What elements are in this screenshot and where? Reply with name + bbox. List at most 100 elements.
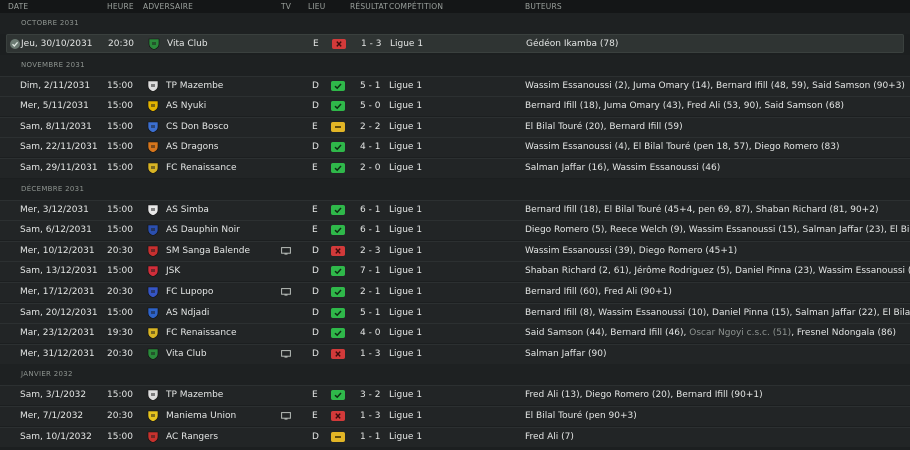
match-venue: D [312,431,319,442]
scorers-text: Wassim Essanoussi (39), Diego Romero (45… [525,245,738,256]
match-venue: D [312,348,319,359]
header-scorers[interactable]: BUTEURS [525,2,562,11]
loss-icon [331,411,345,421]
opponent-name[interactable]: FC Renaissance [166,328,237,338]
section-header: OCTOBRE 2031 [0,13,910,34]
section-header: JANVIER 2032 [0,364,910,386]
fixture-row[interactable]: Mer, 3/12/2031 15:00 AS Simba E 6 - 1 Ligue 1… [0,199,910,220]
opponent-name[interactable]: TP Mazembe [166,81,223,91]
header-competition[interactable]: COMPÉTITION [389,2,443,11]
header-result[interactable]: RÉSULTAT [350,2,388,11]
opponent-name[interactable]: JSK [166,266,180,276]
fixture-row[interactable]: Sam, 6/12/2031 15:00 AS Dauphin Noir E 6 - 1… [0,220,910,241]
cs-don-bosco-crest [147,121,159,133]
fixture-row[interactable]: Dim, 2/11/2031 15:00 TP Mazembe D 5 - 1 Ligue… [0,75,910,96]
competition-name[interactable]: Ligue 1 [389,266,422,276]
match-venue: E [312,390,318,401]
opponent-name[interactable]: AS Ndjadi [166,308,209,318]
fixture-row[interactable]: Mer, 10/12/2031 20:30 SM Sanga Balende D 2 -… [0,240,910,261]
fixture-row[interactable]: Sam, 3/1/2032 15:00 TP Mazembe E 3 - 2 Ligue … [0,385,910,406]
fixture-row[interactable]: Sam, 22/11/2031 15:00 AS Dragons D 4 - 1 Ligu… [0,137,910,158]
match-venue: D [312,266,319,277]
scorers-list: Fred Ali (13), Diego Romero (20), Bernar… [525,390,763,400]
fixture-row[interactable]: Mer, 31/12/2031 20:30 Vita Club D 1 - 3 Ligue… [0,343,910,364]
header-opponent[interactable]: ADVERSAIRE [143,2,193,11]
fixture-row[interactable]: Sam, 10/1/2032 15:00 AC Rangers D 1 - 1 Ligue… [0,426,910,447]
scorers-list: Diego Romero (5), Reece Welch (9), Wassi… [525,225,910,235]
header-date[interactable]: DATE [8,2,28,11]
opponent-name[interactable]: CS Don Bosco [166,122,229,132]
scorers-list: Gédéon Ikamba (78) [526,39,618,49]
competition-name[interactable]: Ligue 1 [389,411,422,421]
match-date: Sam, 13/12/2031 [20,266,98,277]
match-time: 15:00 [107,101,133,112]
competition-name[interactable]: Ligue 1 [389,349,422,359]
fixture-row[interactable]: Mer, 5/11/2031 15:00 AS Nyuki D 5 - 0 Ligue 1… [0,96,910,117]
match-date: Mer, 10/12/2031 [20,245,95,256]
competition-name[interactable]: Ligue 1 [389,81,422,91]
fixture-row[interactable]: Sam, 8/11/2031 15:00 CS Don Bosco E 2 - 2 Lig… [0,116,910,137]
header-tv[interactable]: TV [281,2,291,11]
opponent-name[interactable]: TP Mazembe [166,390,223,400]
match-time: 15:00 [107,121,133,132]
scorers-list: Wassim Essanoussi (2), Juma Omary (14), … [525,81,905,91]
fixture-row[interactable]: Sam, 20/12/2031 15:00 AS Ndjadi D 5 - 1 Ligue… [0,302,910,323]
win-icon [331,328,345,339]
fixture-row[interactable]: Jeu, 30/10/2031 20:30 Vita Club E 1 - 3 Ligue… [6,34,904,53]
match-score: 2 - 3 [360,245,381,256]
opponent-name[interactable]: AS Dragons [166,142,219,152]
draw-icon [331,431,345,442]
header-time[interactable]: HEURE [107,2,134,11]
match-venue: E [312,121,318,132]
match-date: Sam, 29/11/2031 [20,163,98,173]
tv-icon [281,412,291,420]
opponent-name[interactable]: SM Sanga Balende [166,246,250,256]
opponent-name[interactable]: AS Nyuki [166,101,206,111]
match-venue: D [312,245,319,256]
scorers-list: Bernard Ifill (60), Fred Ali (90+1) [525,287,672,297]
own-goal-scorer: Oscar Ngoyi c.s.c. (51) [689,328,792,339]
fixture-row[interactable]: Mar, 23/12/2031 19:30 FC Renaissance D 4 - 0… [0,323,910,344]
header-venue[interactable]: LIEU [308,2,325,11]
competition-name[interactable]: Ligue 1 [389,142,422,152]
match-score: 2 - 2 [360,121,381,132]
competition-name[interactable]: Ligue 1 [389,101,422,111]
opponent-name[interactable]: AC Rangers [166,432,218,442]
match-score: 1 - 3 [360,348,381,359]
fixture-row[interactable]: Mer, 17/12/2031 20:30 FC Lupopo D 2 - 1 Ligue… [0,282,910,302]
match-time: 15:00 [107,163,133,173]
competition-name[interactable]: Ligue 1 [390,39,423,49]
fixture-row[interactable]: Mer, 7/1/2032 20:30 Maniema Union E 1 - 3 Lig… [0,406,910,426]
competition-name[interactable]: Ligue 1 [389,246,422,256]
scorers-text: Bernard Ifill (8), Wassim Essanoussi (10… [525,307,910,318]
opponent-name[interactable]: FC Renaissance [166,163,237,173]
competition-name[interactable]: Ligue 1 [389,287,422,297]
match-time: 15:00 [107,390,133,401]
fixture-row[interactable]: Sam, 13/12/2031 15:00 JSK D 7 - 1 Ligue 1 Shab… [0,261,910,282]
match-score: 6 - 1 [360,204,381,215]
scorers-list: Bernard Ifill (8), Wassim Essanoussi (10… [525,308,910,318]
competition-name[interactable]: Ligue 1 [389,205,422,215]
loss-icon [331,245,345,256]
opponent-name[interactable]: AS Simba [166,205,209,215]
opponent-name[interactable]: Vita Club [166,349,207,359]
opponent-name[interactable]: Maniema Union [166,411,236,421]
competition-name[interactable]: Ligue 1 [389,432,422,442]
fixture-row[interactable]: Sam, 29/11/2031 15:00 FC Renaissance E 2 - 0… [0,158,910,178]
match-time: 15:00 [107,80,133,91]
opponent-name[interactable]: FC Lupopo [166,287,213,297]
match-venue: E [312,411,318,421]
competition-name[interactable]: Ligue 1 [389,328,422,338]
match-time: 15:00 [107,204,133,215]
section-label-text: NOVEMBRE 2031 [21,60,85,69]
competition-name[interactable]: Ligue 1 [389,122,422,132]
scorers-list: Bernard Ifill (18), El Bilal Touré (45+4… [525,205,878,215]
opponent-name[interactable]: AS Dauphin Noir [166,225,240,235]
competition-name[interactable]: Ligue 1 [389,390,422,400]
scorers-text-tail: , Fresnel Ndongala (86) [791,328,896,339]
scorers-text: Salman Jaffar (16), Wassim Essanoussi (4… [525,163,721,173]
competition-name[interactable]: Ligue 1 [389,308,422,318]
competition-name[interactable]: Ligue 1 [389,163,422,173]
competition-name[interactable]: Ligue 1 [389,225,422,235]
opponent-name[interactable]: Vita Club [167,39,208,49]
